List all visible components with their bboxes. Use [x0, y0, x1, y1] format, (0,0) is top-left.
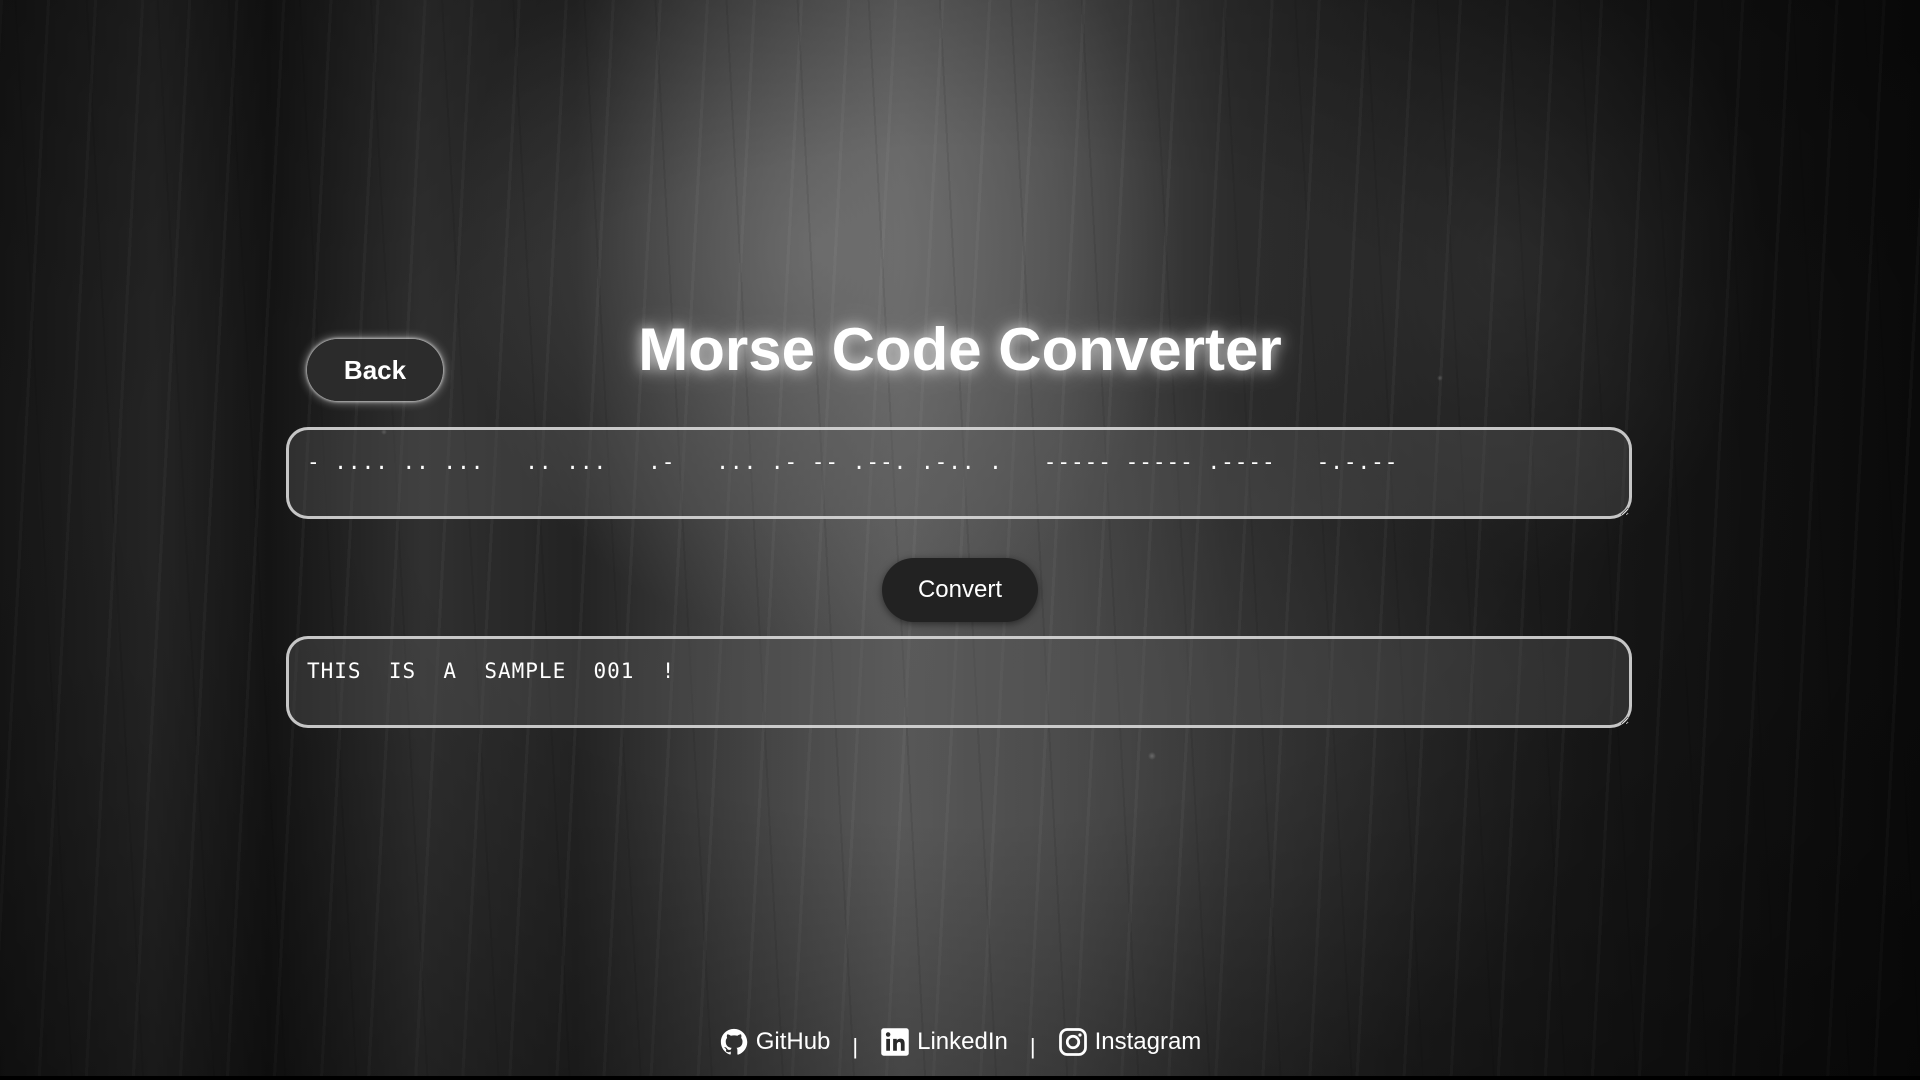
github-label: GitHub — [755, 1028, 831, 1055]
page-title: Morse Code Converter — [638, 316, 1282, 383]
footer: GitHub | LinkedIn | Instagram — [0, 1024, 1920, 1060]
footer-separator: | — [1029, 1034, 1036, 1059]
instagram-icon — [1058, 1028, 1087, 1056]
linkedin-label: LinkedIn — [917, 1028, 1008, 1055]
text-output[interactable]: THIS IS A SAMPLE 001 ! — [286, 636, 1632, 728]
morse-input[interactable]: - .... .. ... .. ... .- ... .- -- .--. .… — [286, 427, 1632, 519]
convert-button[interactable]: Convert — [882, 558, 1038, 622]
background-vignette — [0, 0, 1920, 1080]
bottom-edge — [0, 1076, 1920, 1080]
github-icon — [720, 1028, 747, 1055]
linkedin-link[interactable]: LinkedIn — [880, 1027, 1008, 1057]
instagram-label: Instagram — [1094, 1028, 1202, 1055]
github-link[interactable]: GitHub — [719, 1027, 831, 1057]
rain-background — [0, 0, 1920, 1080]
footer-separator: | — [852, 1034, 859, 1059]
linkedin-icon — [881, 1028, 909, 1056]
instagram-link[interactable]: Instagram — [1058, 1027, 1202, 1057]
